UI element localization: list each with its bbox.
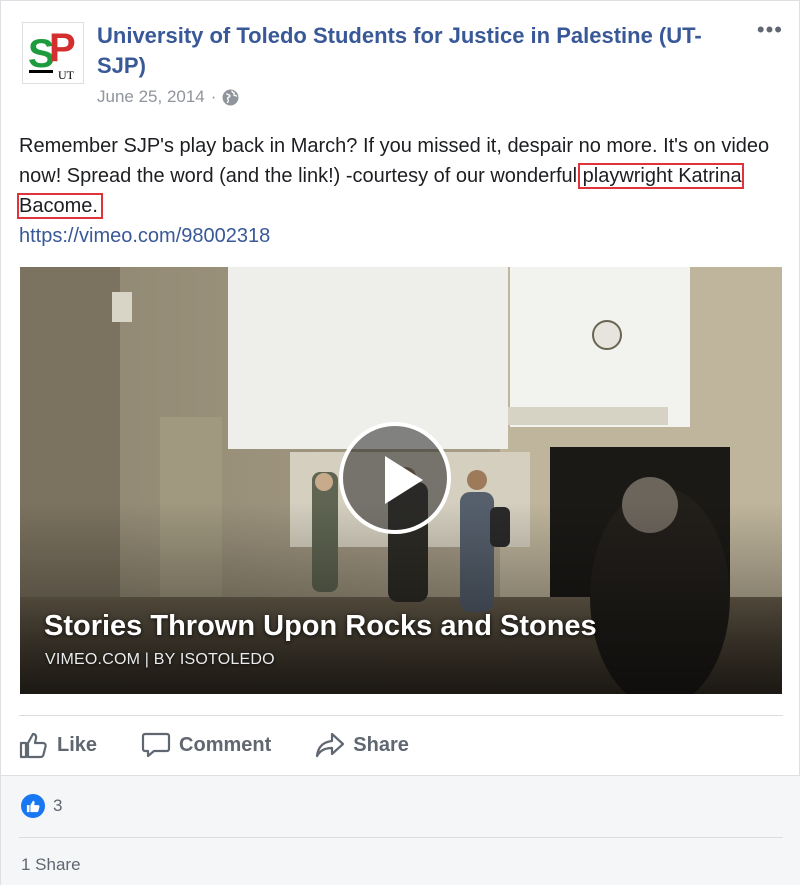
avatar-letter-p: P [49, 26, 76, 70]
share-icon [315, 731, 345, 759]
like-label: Like [57, 733, 98, 756]
video-source: VIMEO.COM | BY ISOTOLEDO [45, 651, 275, 668]
post-actions: Like Comment Share [19, 723, 453, 767]
reaction-count: 3 [53, 796, 63, 815]
comment-label: Comment [179, 733, 272, 756]
post-meta: June 25, 2014 · [97, 87, 239, 107]
more-options-icon[interactable]: ••• [757, 19, 783, 41]
meta-separator: · [210, 87, 217, 106]
play-icon[interactable] [339, 422, 451, 534]
post-message: Remember SJP's play back in March? If yo… [17, 131, 779, 251]
share-button[interactable]: Share [315, 731, 409, 759]
reactions-summary[interactable]: 3 [21, 794, 62, 818]
video-title[interactable]: Stories Thrown Upon Rocks and Stones [44, 610, 597, 643]
page-avatar[interactable]: S P UT [22, 22, 84, 84]
globe-icon[interactable] [222, 89, 239, 106]
avatar-letters-ut: UT [58, 68, 75, 82]
post-footer: 3 1 Share [1, 775, 800, 885]
action-divider [19, 715, 783, 716]
thumbs-up-icon [19, 731, 49, 759]
comment-button[interactable]: Comment [141, 731, 271, 759]
video-url-link[interactable]: https://vimeo.com/98002318 [19, 221, 779, 251]
facebook-post: S P UT University of Toledo Students for… [0, 0, 800, 885]
footer-divider [19, 837, 783, 838]
comment-icon [141, 731, 171, 759]
post-header: S P UT University of Toledo Students for… [19, 17, 783, 113]
like-reaction-icon [21, 794, 45, 818]
avatar-bar [29, 70, 53, 73]
page-name-link[interactable]: University of Toledo Students for Justic… [97, 21, 737, 81]
share-label: Share [353, 733, 409, 756]
like-button[interactable]: Like [19, 731, 97, 759]
share-count[interactable]: 1 Share [21, 855, 81, 875]
post-date[interactable]: June 25, 2014 [97, 87, 205, 107]
